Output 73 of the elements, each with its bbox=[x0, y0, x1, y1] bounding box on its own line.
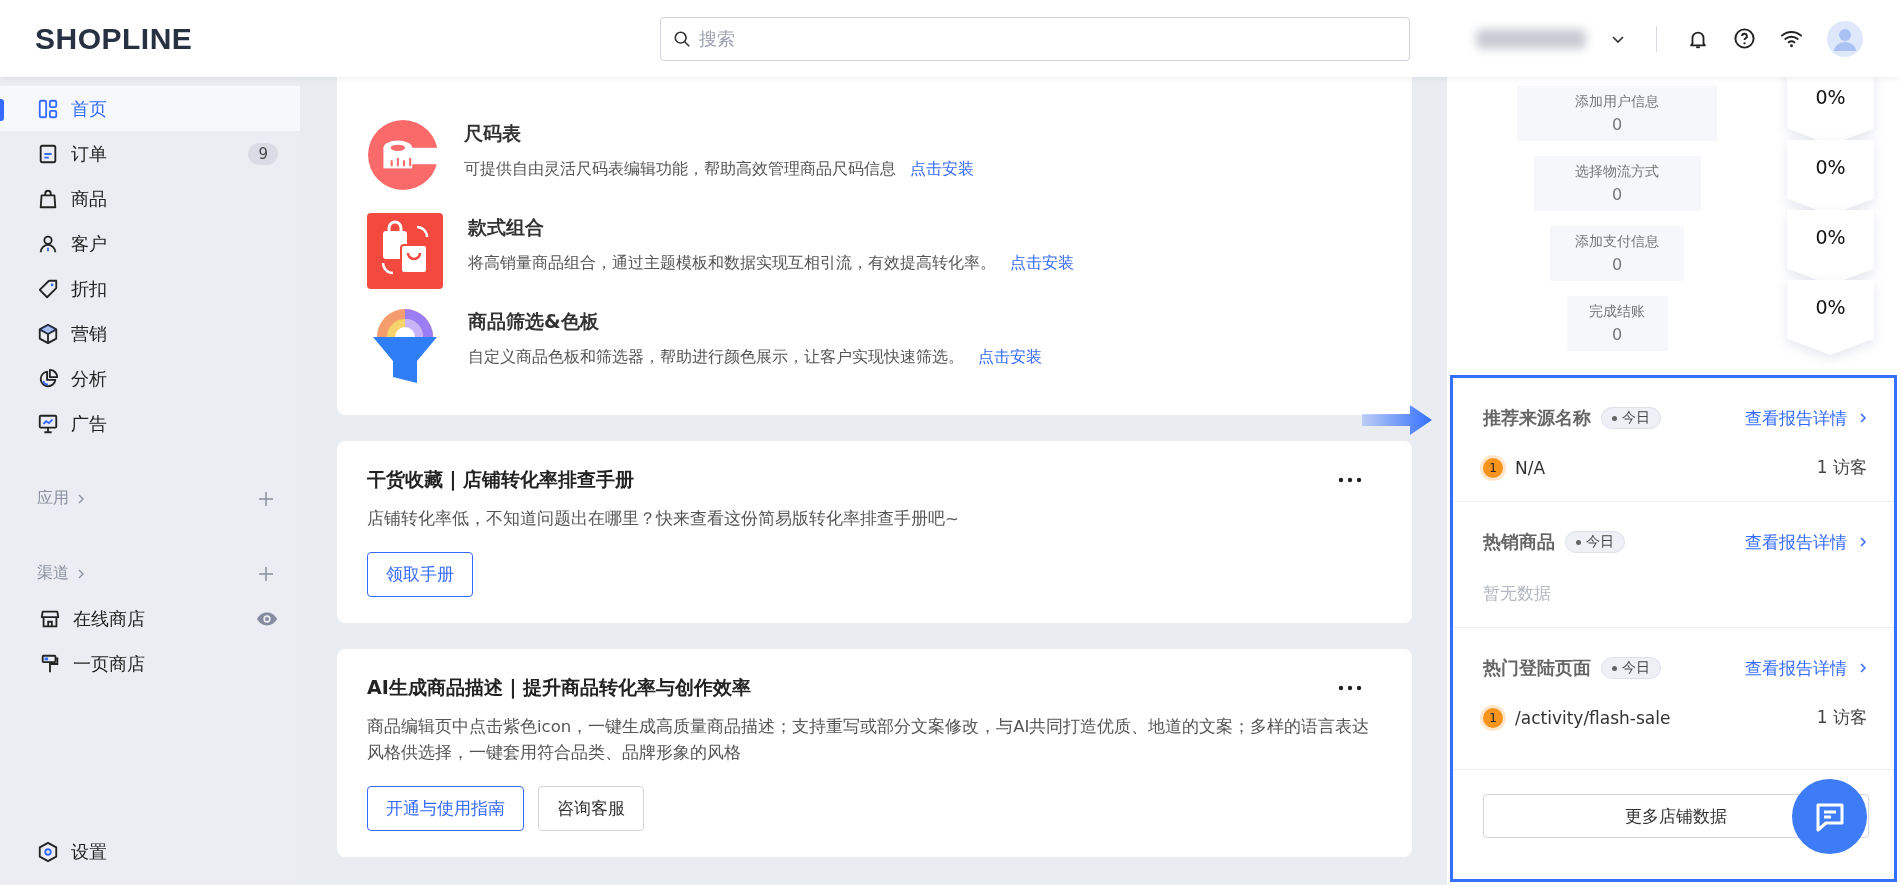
more-icon[interactable] bbox=[1338, 477, 1362, 483]
chevron-right-icon bbox=[1857, 412, 1869, 424]
install-link[interactable]: 点击安装 bbox=[1010, 253, 1074, 274]
settings-item[interactable]: 设置 bbox=[0, 829, 300, 874]
report-link[interactable]: 查看报告详情 bbox=[1745, 656, 1847, 680]
tape-measure-icon bbox=[367, 119, 439, 191]
article-description: 店铺转化率低，不知道问题出在哪里？快来查看这份简易版转化率排查手册吧~ bbox=[367, 508, 960, 530]
report-title: 热销商品 bbox=[1483, 530, 1555, 554]
rank-badge: 1 bbox=[1483, 457, 1503, 478]
step-value: 0 bbox=[1611, 185, 1623, 204]
search-icon bbox=[673, 29, 691, 48]
rank-badge: 1 bbox=[1483, 707, 1503, 728]
cube-icon bbox=[37, 322, 59, 345]
nav-item[interactable]: 广告 bbox=[0, 401, 300, 446]
nav-item[interactable]: 分析 bbox=[0, 356, 300, 401]
nav-item[interactable]: 客户 bbox=[0, 221, 300, 266]
article-title: 干货收藏 | 店铺转化率排查手册 bbox=[367, 467, 635, 493]
logo[interactable]: SHOPLINE bbox=[35, 21, 660, 56]
step-value: 0 bbox=[1611, 255, 1623, 274]
step-label: 添加用户信息 bbox=[1575, 93, 1659, 111]
step-value: 0 bbox=[1611, 325, 1623, 344]
dashboard-icon bbox=[37, 97, 59, 120]
step-label: 选择物流方式 bbox=[1575, 163, 1659, 181]
more-icon[interactable] bbox=[1338, 685, 1362, 691]
nav-item[interactable]: 折扣 bbox=[0, 266, 300, 311]
tag-icon bbox=[37, 277, 59, 300]
step-value: 0 bbox=[1611, 115, 1623, 134]
channel-item[interactable]: 在线商店 bbox=[0, 596, 300, 641]
date-tag: 今日 bbox=[1565, 531, 1625, 553]
row-name: N/A bbox=[1515, 457, 1546, 478]
action-button[interactable]: 开通与使用指南 bbox=[367, 786, 524, 831]
install-link[interactable]: 点击安装 bbox=[910, 159, 974, 180]
plugin-description: 将高销量商品组合，通过主题模板和数据实现互相引流，有效提高转化率。 bbox=[468, 253, 996, 274]
document-icon bbox=[37, 142, 59, 165]
help-icon[interactable] bbox=[1733, 27, 1756, 50]
install-link[interactable]: 点击安装 bbox=[978, 347, 1042, 368]
visitor-count: 1 访客 bbox=[1816, 456, 1867, 479]
pie-chart-icon bbox=[37, 367, 59, 390]
step-label: 完成结账 bbox=[1589, 303, 1645, 321]
article-description: 商品编辑页中点击紫色icon，一键生成高质量商品描述；支持重写或部分文案修改，与AI共同打造优质、地道的文案；多样的语言表达风格供选择，一键套用符合品类、品牌形象的风格 bbox=[367, 716, 1371, 764]
monitor-icon bbox=[37, 412, 59, 435]
plugin-description: 可提供自由灵活尺码表编辑功能，帮助高效管理商品尺码信息 bbox=[464, 159, 896, 180]
plugin-description: 自定义商品色板和筛选器，帮助进行颜色展示，让客户实现快速筛选。 bbox=[468, 347, 964, 368]
nav-item[interactable]: 商品 bbox=[0, 176, 300, 221]
article-title: AI生成商品描述 | 提升商品转化率与创作效率 bbox=[367, 675, 751, 701]
search-field[interactable]: 搜索 bbox=[660, 16, 1410, 61]
chevron-right-icon bbox=[1857, 536, 1869, 548]
bag-icon bbox=[37, 187, 59, 210]
report-link[interactable]: 查看报告详情 bbox=[1745, 406, 1847, 430]
row-name: /activity/flash-sale bbox=[1515, 707, 1671, 728]
date-tag: 今日 bbox=[1601, 407, 1661, 429]
action-button[interactable]: 领取手册 bbox=[367, 552, 473, 597]
paint-roller-icon bbox=[39, 652, 61, 675]
channel-item[interactable]: 一页商店 bbox=[0, 641, 300, 686]
report-link[interactable]: 查看报告详情 bbox=[1745, 530, 1847, 554]
arrow-icon bbox=[1362, 405, 1432, 435]
visitor-count: 1 访客 bbox=[1816, 706, 1867, 729]
step-label: 添加支付信息 bbox=[1575, 233, 1659, 251]
plugin-title: 款式组合 bbox=[468, 215, 545, 240]
nav-item[interactable]: 订单 9 bbox=[0, 131, 300, 176]
report-title: 热门登陆页面 bbox=[1483, 656, 1591, 680]
date-tag: 今日 bbox=[1601, 657, 1661, 679]
nav-item[interactable]: 首页 bbox=[0, 86, 300, 131]
plugin-title: 商品筛选&色板 bbox=[468, 309, 600, 334]
chevron-right-icon bbox=[1857, 662, 1869, 674]
settings-icon bbox=[37, 840, 59, 863]
plugin-title: 尺码表 bbox=[464, 121, 522, 146]
nav-item[interactable]: 营销 bbox=[0, 311, 300, 356]
action-button[interactable]: 咨询客服 bbox=[538, 786, 644, 831]
empty-text: 暂无数据 bbox=[1483, 582, 1552, 605]
shopping-bags-icon bbox=[367, 213, 443, 289]
report-title: 推荐来源名称 bbox=[1483, 406, 1591, 430]
count-badge: 9 bbox=[248, 142, 278, 165]
